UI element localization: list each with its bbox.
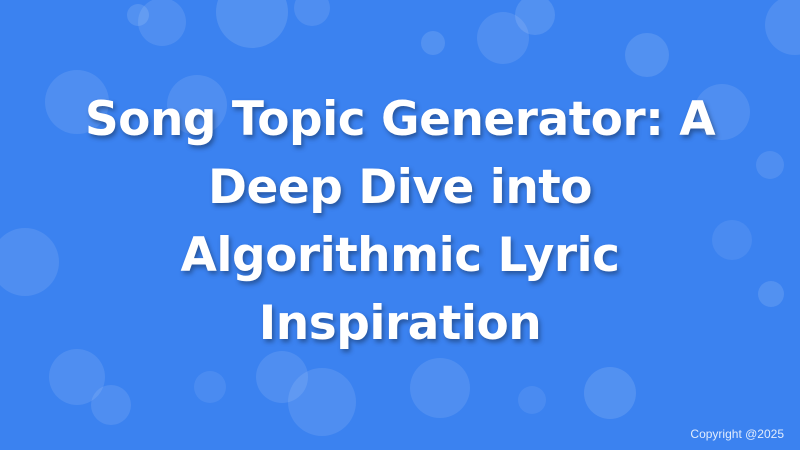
bubble bbox=[584, 367, 636, 419]
bubble bbox=[0, 228, 59, 296]
bubble bbox=[518, 386, 546, 414]
bubble bbox=[421, 31, 445, 55]
bubble bbox=[765, 0, 800, 55]
bubble bbox=[138, 0, 186, 46]
bubble bbox=[625, 33, 669, 77]
bubble bbox=[288, 368, 356, 436]
bubble bbox=[91, 385, 131, 425]
bubble bbox=[294, 0, 330, 26]
bubble bbox=[216, 0, 288, 48]
banner: Song Topic Generator: A Deep Dive into A… bbox=[0, 0, 800, 450]
copyright-text: Copyright @2025 bbox=[690, 427, 784, 441]
bubble bbox=[194, 371, 226, 403]
page-title: Song Topic Generator: A Deep Dive into A… bbox=[84, 92, 716, 351]
bubble bbox=[758, 281, 784, 307]
bubble bbox=[410, 358, 470, 418]
bubble bbox=[756, 151, 784, 179]
